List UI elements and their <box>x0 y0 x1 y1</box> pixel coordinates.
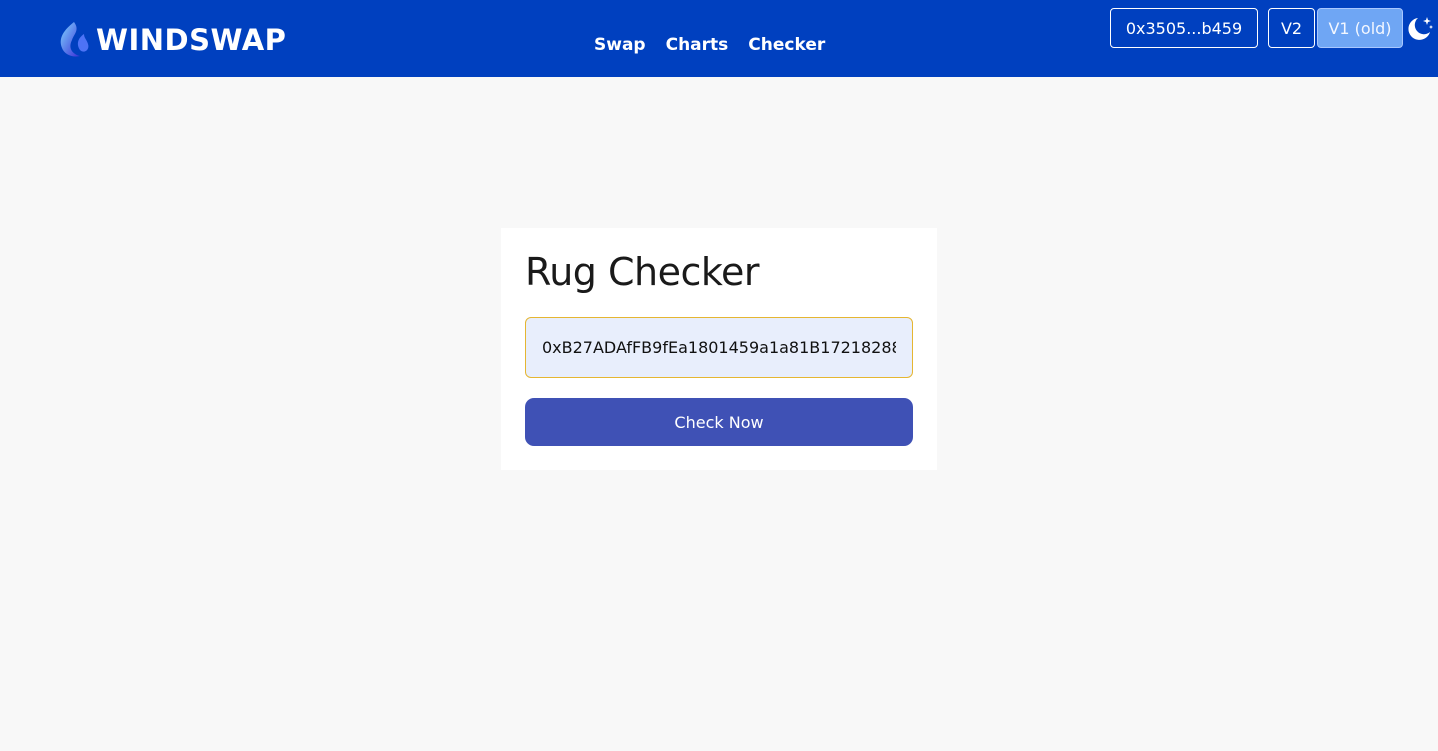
rug-checker-card: Rug Checker Check Now <box>501 228 937 470</box>
nav-link-swap[interactable]: Swap <box>594 35 646 55</box>
check-now-button[interactable]: Check Now <box>525 398 913 446</box>
token-address-input[interactable] <box>525 317 913 378</box>
nav-link-charts[interactable]: Charts <box>666 35 729 55</box>
moon-stars-icon[interactable] <box>1406 14 1434 42</box>
page-title: Rug Checker <box>525 250 760 294</box>
navbar: WINDSWAP Swap Charts Checker 0x3505...b4… <box>0 0 1438 77</box>
version-v1-button[interactable]: V1 (old) <box>1317 8 1403 48</box>
nav-link-checker[interactable]: Checker <box>748 35 825 55</box>
brand-name: WINDSWAP <box>96 23 287 57</box>
brand[interactable]: WINDSWAP <box>54 20 286 60</box>
wallet-address-button[interactable]: 0x3505...b459 <box>1110 8 1258 48</box>
version-v2-button[interactable]: V2 <box>1268 8 1315 48</box>
main-nav: Swap Charts Checker <box>594 35 825 55</box>
windswap-logo-icon <box>60 22 89 57</box>
